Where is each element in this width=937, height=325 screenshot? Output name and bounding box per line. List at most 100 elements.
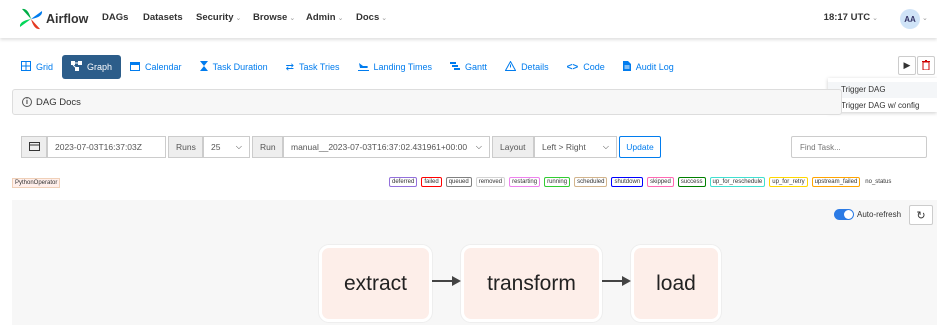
state-upstream-failed[interactable]: upstream_failed (811, 177, 861, 187)
dag-docs-label: DAG Docs (36, 96, 81, 108)
chevron-down-icon: ⌵ (235, 142, 242, 151)
tab-calendar[interactable]: Calendar (121, 55, 191, 79)
tab-code[interactable]: <> Code (558, 55, 614, 79)
tab-grid[interactable]: Grid (12, 55, 62, 79)
user-avatar[interactable]: AA (900, 9, 920, 29)
state-success[interactable]: success (677, 177, 706, 187)
tab-landing-times[interactable]: Landing Times (349, 55, 442, 79)
tab-graph[interactable]: Graph (62, 55, 122, 79)
tab-gantt[interactable]: Gantt (441, 55, 496, 79)
play-icon: ▶ (903, 60, 911, 70)
tab-label: Task Duration (212, 62, 268, 72)
nav-docs[interactable]: Docs ⌄ (356, 12, 387, 23)
state-up-for-reschedule[interactable]: up_for_reschedule (709, 177, 766, 187)
state-legend: deferred failed queued removed restartin… (389, 177, 891, 187)
task-node-transform[interactable]: transform (461, 245, 602, 322)
chevron-down-icon: ⌄ (289, 15, 296, 22)
menu-item-trigger-dag[interactable]: Trigger DAG (828, 82, 937, 98)
info-icon: i (22, 97, 32, 107)
dag-view-tabs: Grid Graph Calendar Task Duration ⇄ Task … (12, 55, 683, 79)
base-date-group: 2023-07-03T16:37:03Z (21, 136, 166, 158)
retry-icon: ⇄ (285, 61, 294, 73)
tab-label: Grid (36, 62, 54, 72)
run-label: Run (252, 136, 283, 158)
auto-refresh-label: Auto-refresh (857, 210, 902, 219)
nav-datasets[interactable]: Datasets (143, 12, 183, 23)
calendar-button[interactable] (21, 136, 47, 158)
refresh-button[interactable]: ↻ (909, 205, 933, 225)
state-failed[interactable]: failed (421, 177, 442, 187)
chevron-down-icon: ⌄ (381, 15, 388, 22)
tab-details[interactable]: Details (496, 55, 558, 79)
brand-name: Airflow (46, 12, 89, 26)
trash-icon (922, 59, 930, 72)
code-icon: <> (566, 61, 579, 73)
warning-triangle-icon (504, 59, 517, 74)
find-task-input[interactable] (791, 136, 927, 158)
airflow-pinwheel-icon (19, 8, 43, 30)
landing-plane-icon (357, 61, 369, 74)
task-node-extract[interactable]: extract (319, 245, 432, 322)
layout-group: Layout Left > Right ⌵ (492, 136, 617, 158)
airflow-logo[interactable]: Airflow (18, 6, 88, 32)
tab-task-duration[interactable]: Task Duration (191, 55, 277, 79)
tab-label: Code (583, 62, 605, 72)
nav-browse[interactable]: Browse ⌄ (253, 12, 295, 23)
run-group: Run manual__2023-07-03T16:37:02.431961+0… (252, 136, 490, 158)
base-date-input[interactable]: 2023-07-03T16:37:03Z (47, 136, 166, 158)
chevron-down-icon: ⌵ (602, 142, 609, 151)
state-removed[interactable]: removed (475, 177, 506, 187)
chevron-down-icon: ⌄ (872, 15, 878, 22)
state-restarting[interactable]: restarting (509, 177, 541, 187)
state-shutdown[interactable]: shutdown (611, 177, 644, 187)
tab-label: Calendar (145, 62, 182, 72)
tab-label: Details (521, 62, 549, 72)
edge-transform-load (602, 276, 631, 286)
graph-icon (71, 60, 83, 74)
chevron-down-icon: ⌵ (475, 142, 482, 151)
tab-label: Landing Times (373, 62, 433, 72)
nav-dags[interactable]: DAGs (102, 12, 128, 23)
tab-task-tries[interactable]: ⇄ Task Tries (277, 55, 349, 79)
nav-security[interactable]: Security ⌄ (196, 12, 241, 23)
tab-audit-log[interactable]: Audit Log (614, 55, 683, 79)
tab-label: Gantt (465, 62, 488, 72)
run-select[interactable]: manual__2023-07-03T16:37:02.431961+00:00… (283, 136, 490, 158)
toggle-switch[interactable] (834, 209, 854, 220)
calendar-icon (28, 141, 40, 153)
runs-value: 25 (211, 142, 221, 152)
delete-dag-button[interactable] (917, 56, 935, 75)
state-deferred[interactable]: deferred (389, 177, 418, 187)
trigger-dag-button[interactable]: ▶ (898, 56, 916, 75)
state-no-status[interactable]: no_status (865, 177, 891, 187)
dag-docs-panel[interactable]: i DAG Docs (12, 89, 842, 115)
timezone-clock[interactable]: 18:17 UTC ⌄ (824, 12, 878, 23)
navbar: Airflow DAGs Datasets Security ⌄ Browse ⌄ … (0, 0, 937, 38)
layout-select[interactable]: Left > Right ⌵ (534, 136, 617, 158)
layout-value: Left > Right (542, 142, 586, 152)
auto-refresh-toggle[interactable]: Auto-refresh (834, 209, 901, 220)
state-up-for-retry[interactable]: up_for_retry (769, 177, 808, 187)
refresh-icon: ↻ (916, 209, 926, 222)
chevron-down-icon: ⌄ (235, 15, 242, 22)
state-running[interactable]: running (544, 177, 571, 187)
state-queued[interactable]: queued (445, 177, 472, 187)
state-skipped[interactable]: skipped (647, 177, 674, 187)
chevron-down-icon: ⌄ (337, 15, 344, 22)
document-icon (622, 60, 631, 74)
runs-group: Runs 25 ⌵ (168, 136, 250, 158)
operator-badge: PythonOperator (12, 178, 61, 188)
run-value: manual__2023-07-03T16:37:02.431961+00:00 (291, 142, 468, 152)
tab-label: Audit Log (635, 62, 674, 72)
update-button[interactable]: Update (619, 136, 661, 158)
runs-label: Runs (168, 136, 203, 158)
runs-select[interactable]: 25 ⌵ (203, 136, 250, 158)
calendar-icon (130, 61, 141, 74)
task-node-load[interactable]: load (631, 245, 721, 322)
menu-item-trigger-dag-config[interactable]: Trigger DAG w/ config (828, 98, 937, 114)
nav-admin[interactable]: Admin ⌄ (306, 12, 343, 23)
trigger-dag-menu: Trigger DAG Trigger DAG w/ config (828, 78, 937, 112)
gantt-icon (450, 61, 461, 74)
state-scheduled[interactable]: scheduled (574, 177, 608, 187)
grid-icon (21, 60, 31, 74)
